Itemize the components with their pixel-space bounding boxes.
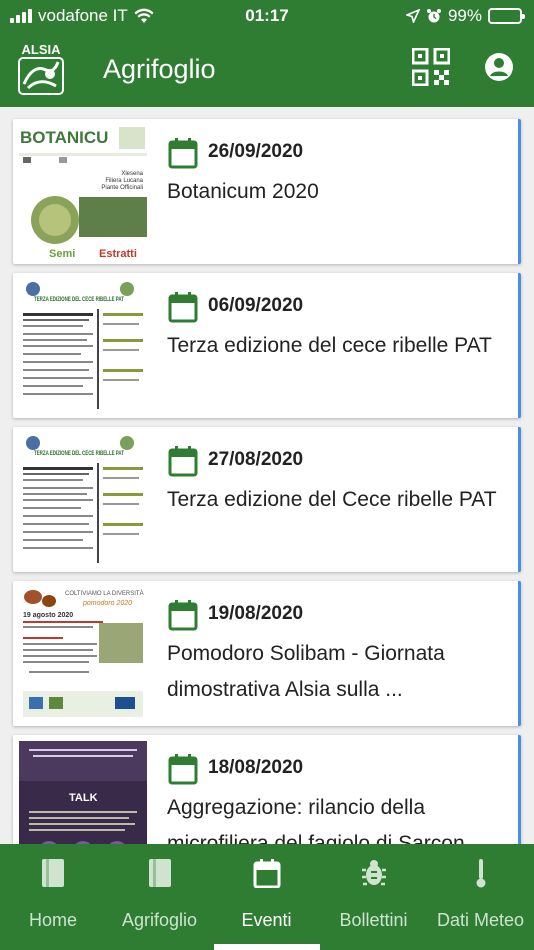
svg-text:TALK: TALK (69, 792, 98, 804)
event-thumbnail[interactable]: TERZA EDIZIONE DEL CECE RIBELLE PAT (19, 279, 147, 412)
nav-label: Bollettini (339, 910, 408, 930)
status-bar: vodafone IT 01:17 99% (0, 0, 534, 32)
svg-text:TERZA EDIZIONE DEL CECE RIBELL: TERZA EDIZIONE DEL CECE RIBELLE PAT (34, 451, 124, 457)
app-bar: ALSIA Agrifoglio (0, 32, 534, 107)
nav-label: Dati Meteo (436, 910, 525, 930)
calendar-icon (253, 859, 280, 888)
svg-text:Estratti: Estratti (99, 248, 137, 258)
event-date: 06/09/2020 (208, 295, 304, 316)
event-thumbnail[interactable]: TERZA EDIZIONE DEL CECE RIBELLE PAT (19, 433, 147, 566)
calendar-icon (168, 292, 198, 323)
svg-text:ALSIA: ALSIA (22, 42, 62, 57)
nav-item-bollettini[interactable]: Bollettini (320, 844, 427, 950)
event-title: Botanicum 2020 (167, 180, 319, 203)
svg-text:Xlesena: Xlesena (121, 171, 143, 177)
nav-item-agrifoglio[interactable]: Agrifoglio (106, 844, 213, 950)
event-thumbnail[interactable]: BOTANICU Xlesena Filiera Lucana Piante O… (19, 125, 147, 258)
calendar-icon (168, 138, 198, 169)
event-title: Terza edizione del cece ribelle PAT (167, 334, 492, 357)
event-title: Terza edizione del Cece ribelle PAT (167, 488, 497, 511)
event-card[interactable]: TERZA EDIZIONE DEL CECE RIBELLE PAT 06/0… (13, 273, 521, 418)
svg-text:COLTIVIAMO LA DIVERSITÀ: COLTIVIAMO LA DIVERSITÀ (65, 590, 144, 597)
event-card[interactable]: TERZA EDIZIONE DEL CECE RIBELLE PAT 27/0… (13, 427, 521, 572)
event-card[interactable]: TALK 18/08/2020 Aggregazione: rilancio d… (13, 735, 521, 844)
active-tab-indicator (214, 944, 320, 950)
status-right: 99% (405, 6, 525, 26)
account-icon[interactable] (484, 52, 514, 82)
bottom-navigation: Home Agrifoglio Eventi Bollettini Dati M… (0, 844, 534, 950)
svg-text:19 agosto 2020: 19 agosto 2020 (23, 612, 73, 619)
event-thumbnail[interactable]: TALK (19, 741, 147, 844)
app-title: Agrifoglio (103, 54, 216, 84)
nav-item-dati-meteo[interactable]: Dati Meteo (427, 844, 534, 950)
battery-icon (488, 8, 525, 24)
svg-text:Piante Officinali: Piante Officinali (101, 185, 143, 191)
event-card[interactable]: COLTIVIAMO LA DIVERSITÀ pomodoro 2020 19… (13, 581, 521, 726)
book-icon (148, 859, 171, 887)
nav-item-home[interactable]: Home (0, 844, 106, 950)
nav-label: Agrifoglio (121, 910, 198, 930)
events-list[interactable]: BOTANICU Xlesena Filiera Lucana Piante O… (0, 107, 534, 844)
svg-text:BOTANICU: BOTANICU (20, 128, 108, 147)
calendar-icon (168, 754, 198, 785)
nav-label: Home (28, 910, 77, 930)
location-arrow-icon (405, 9, 420, 23)
event-title: Aggregazione: rilancio della microfilier… (167, 796, 465, 844)
event-date: 18/08/2020 (208, 757, 304, 778)
calendar-icon (168, 446, 198, 477)
event-date: 19/08/2020 (208, 603, 304, 624)
event-title: Pomodoro Solibam - Giornata dimostrativa… (167, 642, 445, 701)
event-thumbnail[interactable]: COLTIVIAMO LA DIVERSITÀ pomodoro 2020 19… (19, 587, 147, 720)
qr-code-icon[interactable] (412, 48, 450, 86)
alarm-icon (426, 9, 441, 23)
svg-text:pomodoro 2020: pomodoro 2020 (82, 600, 132, 607)
bug-icon (361, 860, 386, 886)
book-icon (42, 859, 64, 887)
battery-percent: 99% (447, 6, 482, 25)
thermometer-icon (476, 859, 485, 888)
alsia-logo: ALSIA (18, 42, 64, 95)
calendar-icon (168, 600, 198, 631)
svg-text:Semi: Semi (49, 248, 75, 258)
event-date: 26/09/2020 (208, 141, 304, 162)
svg-text:TERZA EDIZIONE DEL CECE RIBELL: TERZA EDIZIONE DEL CECE RIBELLE PAT (34, 297, 124, 303)
nav-item-eventi[interactable]: Eventi (213, 844, 320, 950)
nav-label: Eventi (241, 910, 292, 930)
svg-text:Filiera Lucana: Filiera Lucana (105, 178, 143, 184)
event-card[interactable]: BOTANICU Xlesena Filiera Lucana Piante O… (13, 119, 521, 264)
event-date: 27/08/2020 (208, 449, 304, 470)
